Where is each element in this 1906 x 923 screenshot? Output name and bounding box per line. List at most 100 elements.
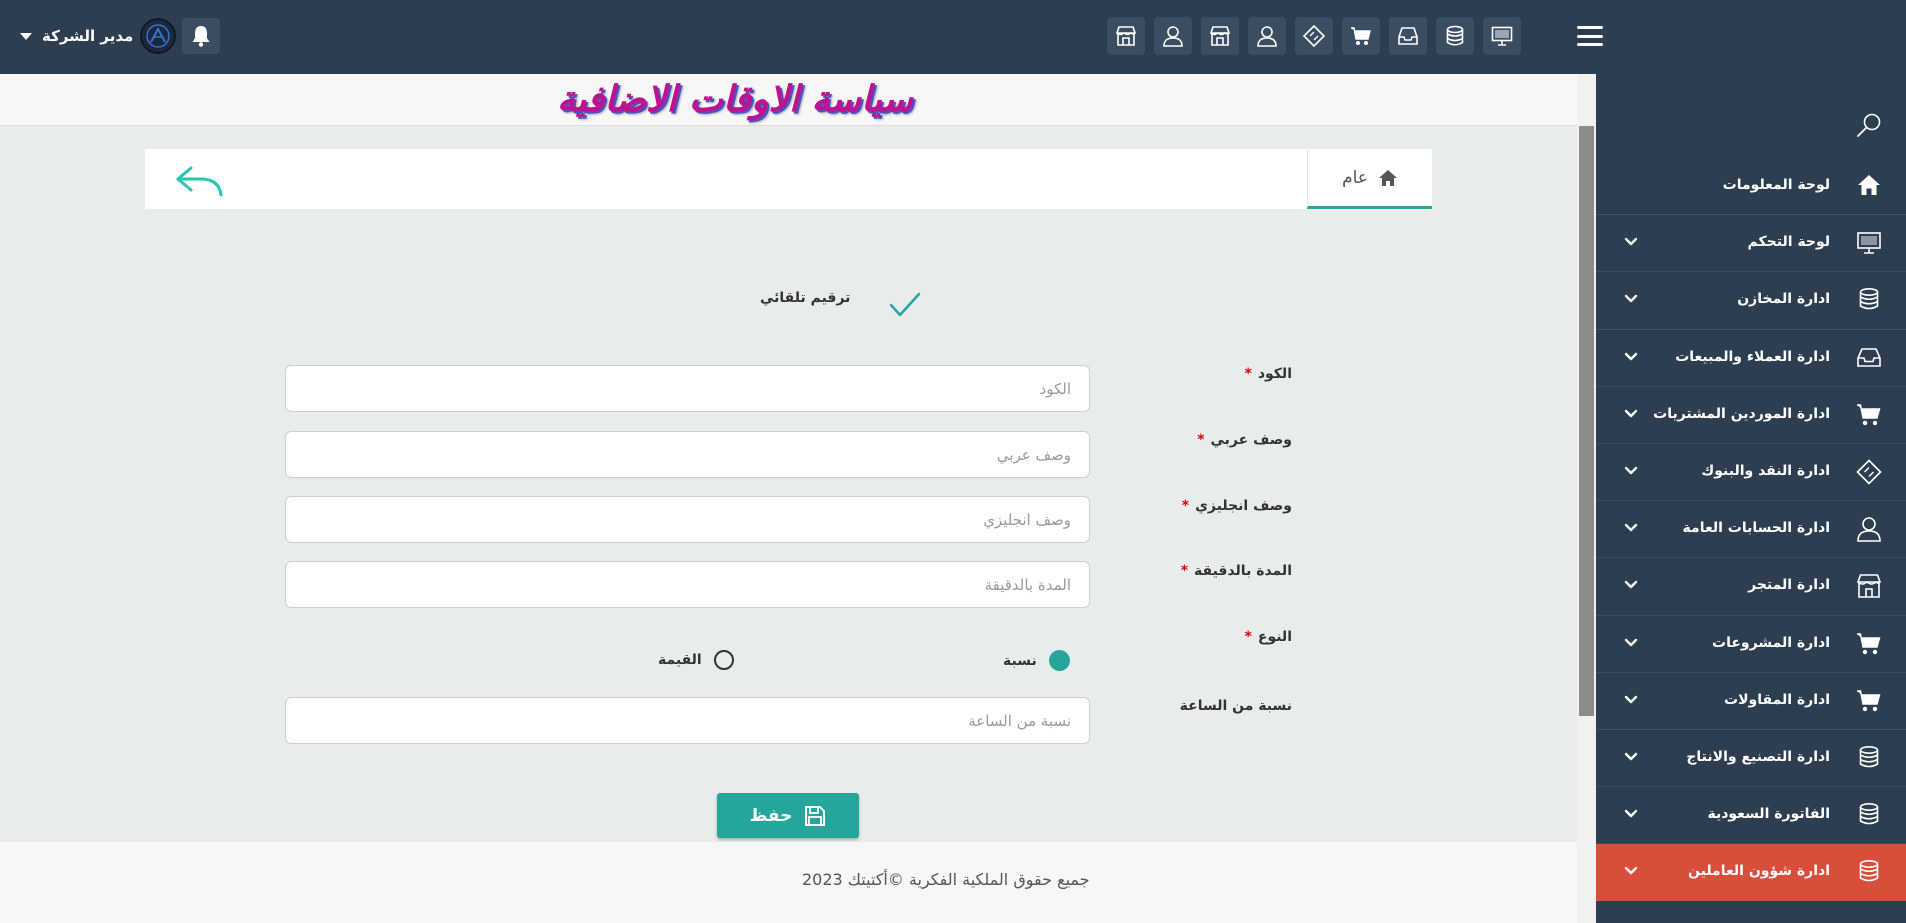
english-desc-input[interactable] — [285, 496, 1090, 543]
chevron-down-icon[interactable] — [1624, 752, 1638, 762]
chevron-down-icon[interactable] — [1624, 466, 1638, 476]
quick-user-button-2[interactable] — [1248, 17, 1286, 55]
reply-arrow-icon — [176, 166, 223, 197]
arabic-desc-input[interactable] — [285, 431, 1090, 478]
radio-checked-icon — [1048, 650, 1070, 671]
user-menu[interactable]: مدير الشركة — [20, 20, 133, 52]
sidebar-item-2[interactable]: ادارة المخازن — [1596, 272, 1906, 330]
user-icon — [1856, 517, 1882, 542]
database-icon — [1856, 288, 1882, 312]
monitor-icon — [1856, 231, 1882, 255]
hamburger-line — [1577, 34, 1603, 38]
arabic-desc-label-text: وصف عربي — [1210, 432, 1292, 448]
floppy-disk-icon — [805, 805, 826, 826]
sidebar-item-1[interactable]: لوحة التحكم — [1596, 215, 1906, 273]
quick-database-button[interactable] — [1436, 17, 1474, 55]
required-mark: * — [1180, 563, 1189, 579]
sidebar-item-4[interactable]: ادارة الموردين المشتريات — [1596, 387, 1906, 444]
sidebar-search-button[interactable] — [1856, 112, 1882, 138]
tab-general[interactable]: عام — [1307, 149, 1432, 209]
user-icon — [1257, 26, 1277, 47]
duration-input[interactable] — [285, 561, 1090, 608]
type-ratio-label: نسبة — [1003, 652, 1037, 669]
required-mark: * — [1244, 366, 1252, 382]
inbox-icon — [1856, 346, 1882, 370]
back-button[interactable] — [175, 165, 223, 197]
sidebar-item-label: الفاتورة السعودية — [1707, 806, 1830, 823]
chevron-down-icon[interactable] — [1624, 809, 1638, 819]
ticket-icon — [1303, 25, 1325, 47]
sidebar: لوحة المعلومات لوحة التحكم ادارة المخازن اد… — [1596, 74, 1906, 923]
quick-access-toolbar — [1107, 17, 1521, 55]
hour-ratio-input[interactable] — [285, 697, 1090, 744]
required-mark: * — [1244, 629, 1252, 645]
sidebar-item-6[interactable]: ادارة الحسابات العامة — [1596, 501, 1906, 559]
menu-toggle-button[interactable] — [1577, 24, 1603, 48]
sidebar-item-7[interactable]: ادارة المتجر — [1596, 558, 1906, 616]
quick-user-button[interactable] — [1154, 17, 1192, 55]
footer-copyright: جميع حقوق الملكية الفكرية ©أكتيتك 2023 — [802, 870, 1090, 889]
sidebar-item-10[interactable]: ادارة التصنيع والانتاج — [1596, 730, 1906, 788]
quick-monitor-button[interactable] — [1483, 17, 1521, 55]
chevron-down-icon[interactable] — [1624, 523, 1638, 533]
company-logo-icon — [146, 24, 170, 48]
top-bar: مدير الشركة — [0, 0, 1906, 74]
sidebar-item-3[interactable]: ادارة العملاء والمبيعات — [1596, 330, 1906, 387]
type-radio-value[interactable]: القيمة — [658, 650, 734, 670]
cart-icon — [1351, 27, 1371, 45]
quick-cart-button[interactable] — [1342, 17, 1380, 55]
cart-icon — [1856, 689, 1882, 713]
bell-icon — [192, 26, 210, 47]
quick-ticket-button[interactable] — [1295, 17, 1333, 55]
sidebar-item-12[interactable]: ادارة شؤون العاملين — [1596, 844, 1906, 902]
hour-ratio-label: نسبة من الساعة — [1180, 698, 1292, 714]
save-button[interactable]: حفظ — [717, 793, 859, 838]
database-icon — [1446, 25, 1464, 46]
database-icon — [1856, 745, 1882, 770]
auto-numbering-checkbox[interactable] — [888, 290, 922, 320]
chevron-down-icon[interactable] — [1624, 294, 1638, 304]
arabic-desc-label: وصف عربي * — [1197, 432, 1292, 448]
sidebar-item-9[interactable]: ادارة المقاولات — [1596, 673, 1906, 730]
chevron-down-icon[interactable] — [1624, 695, 1638, 705]
caret-down-icon — [20, 32, 32, 40]
save-label: حفظ — [749, 805, 793, 826]
cart-icon — [1856, 403, 1882, 427]
hour-ratio-label-text: نسبة من الساعة — [1179, 698, 1292, 714]
chevron-down-icon[interactable] — [1624, 237, 1638, 247]
sidebar-item-11[interactable]: الفاتورة السعودية — [1596, 787, 1906, 845]
sidebar-item-8[interactable]: ادارة المشروعات — [1596, 616, 1906, 673]
quick-inbox-button[interactable] — [1389, 17, 1427, 55]
home-icon — [1856, 174, 1882, 198]
quick-store-button-2[interactable] — [1201, 17, 1239, 55]
notifications-button[interactable] — [182, 18, 220, 54]
sidebar-item-label: ادارة المتجر — [1748, 577, 1830, 594]
quick-store-button[interactable] — [1107, 17, 1145, 55]
chevron-down-icon[interactable] — [1624, 866, 1638, 876]
scrollbar-thumb[interactable] — [1579, 126, 1594, 716]
avatar[interactable] — [140, 18, 176, 54]
sidebar-item-label: ادارة الموردين المشتريات — [1653, 405, 1830, 422]
tab-panel: عام — [145, 149, 1432, 209]
sidebar-item-0[interactable]: لوحة المعلومات — [1596, 158, 1906, 216]
type-radio-ratio[interactable]: نسبة — [1003, 650, 1070, 671]
home-icon — [1378, 169, 1397, 186]
chevron-down-icon[interactable] — [1624, 409, 1638, 419]
chevron-down-icon[interactable] — [1624, 580, 1638, 590]
english-desc-label-text: وصف انجليزي — [1195, 498, 1292, 514]
hamburger-icon — [1577, 26, 1603, 29]
sidebar-item-label: ادارة شؤون العاملين — [1688, 863, 1830, 880]
sidebar-item-label: لوحة المعلومات — [1722, 177, 1830, 193]
chevron-down-icon[interactable] — [1624, 638, 1638, 648]
footer — [0, 842, 1577, 923]
code-input[interactable] — [285, 365, 1090, 412]
sidebar-menu: لوحة المعلومات لوحة التحكم ادارة المخازن اد… — [1596, 158, 1906, 902]
database-icon — [1856, 803, 1882, 827]
sidebar-item-5[interactable]: ادارة النقد والبنوك — [1596, 444, 1906, 502]
chevron-down-icon[interactable] — [1624, 352, 1638, 362]
store-icon — [1856, 574, 1882, 599]
duration-label-text: المدة بالدقيقة — [1194, 563, 1292, 579]
monitor-icon — [1491, 26, 1513, 46]
ticket-icon — [1856, 459, 1882, 485]
code-label-text: الكود — [1257, 366, 1292, 382]
